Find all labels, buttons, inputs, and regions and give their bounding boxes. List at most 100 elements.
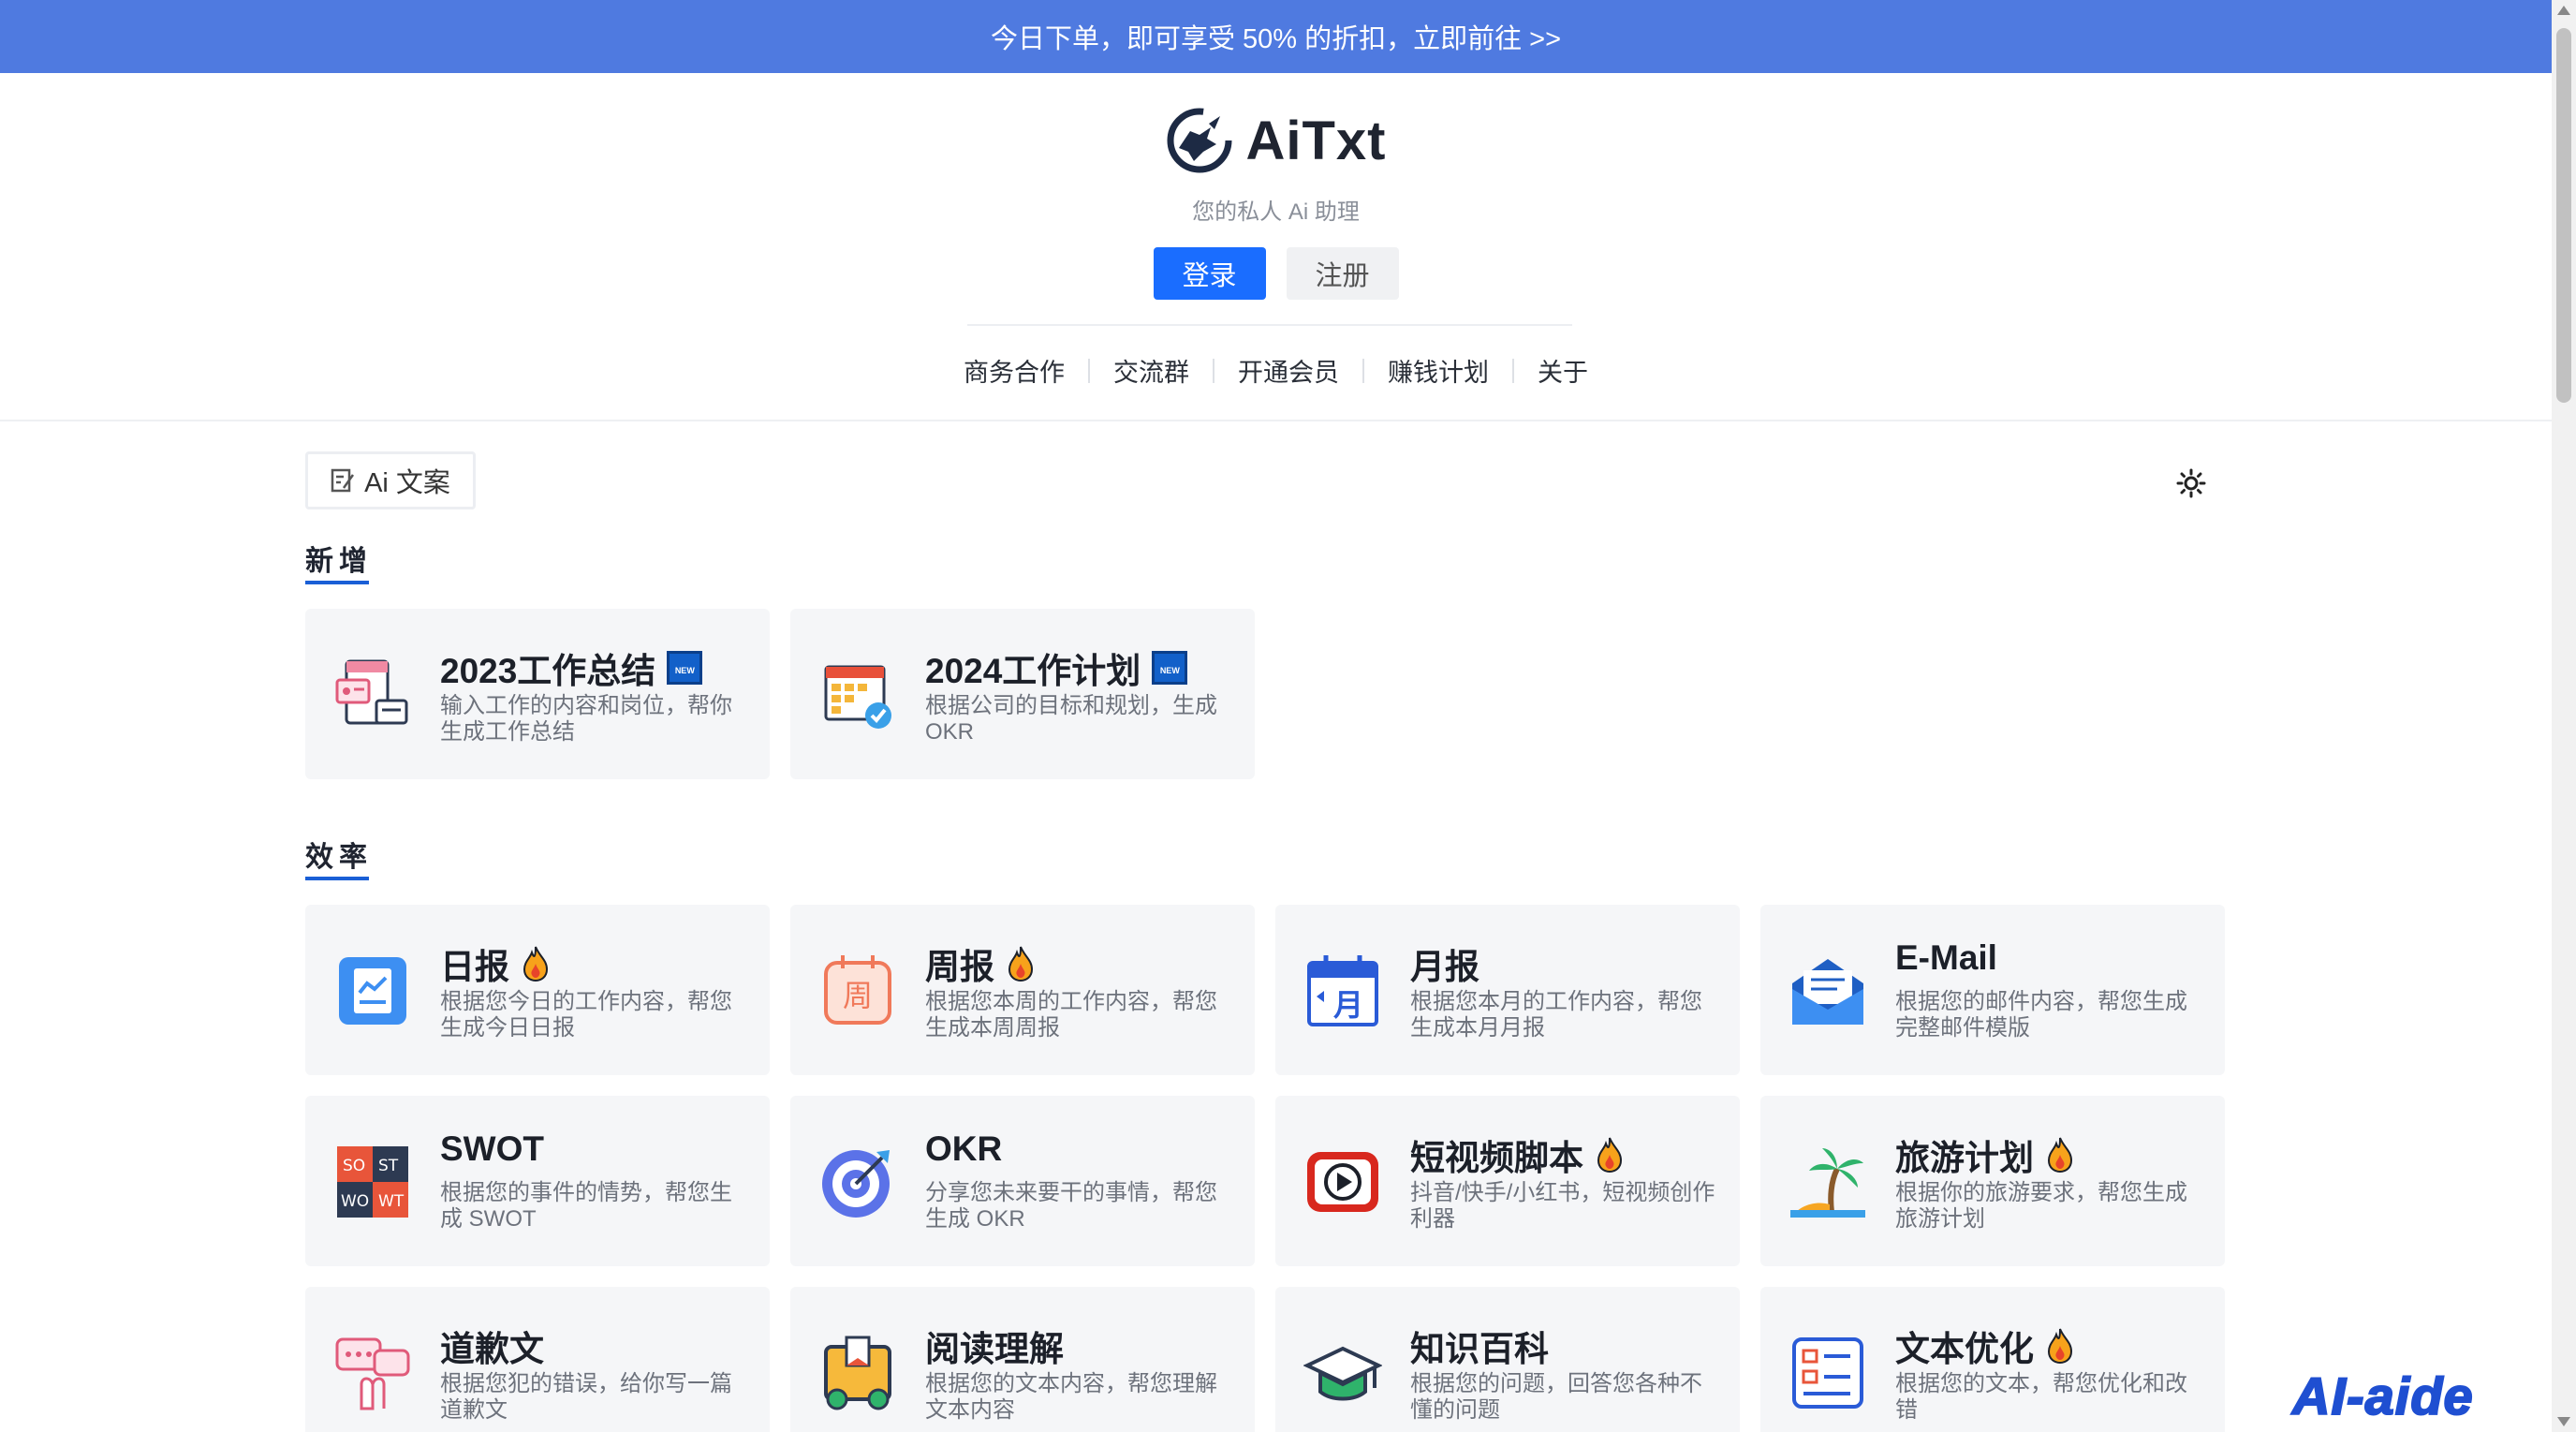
logo[interactable]: AiTxt bbox=[0, 107, 2552, 174]
report-summary-icon bbox=[335, 659, 408, 725]
card-email[interactable]: E-Mail 根据您的邮件内容，帮您生成完整邮件模版 bbox=[1760, 905, 2225, 1075]
fire-icon bbox=[1008, 946, 1034, 982]
daily-report-icon bbox=[339, 957, 406, 1025]
card-swot[interactable]: SO ST WO WT SWOT 根据您的事件的情势，帮您生成 SWOT bbox=[305, 1096, 770, 1266]
card-daily-report[interactable]: 日报 根据您今日的工作内容，帮您生成今日日报 bbox=[305, 905, 770, 1075]
nav-item-business[interactable]: 商务合作 bbox=[940, 352, 1088, 389]
card-apology[interactable]: 道歉文 根据您犯的错误，给你写一篇道歉文 bbox=[305, 1287, 770, 1432]
card-reading[interactable]: 阅读理解 根据您的文本内容，帮您理解文本内容 bbox=[790, 1287, 1255, 1432]
svg-text:WO: WO bbox=[341, 1192, 369, 1211]
page-scrollbar[interactable] bbox=[2552, 0, 2576, 1432]
scroll-down-icon[interactable] bbox=[2557, 1417, 2570, 1426]
reading-icon bbox=[824, 1336, 891, 1410]
new-badge: NEW bbox=[667, 651, 703, 685]
card-title-text: E-Mail bbox=[1895, 938, 1997, 977]
card-desc: 根据您的事件的情势，帮您生成 SWOT bbox=[440, 1180, 732, 1232]
nav-item-about[interactable]: 关于 bbox=[1514, 352, 1612, 389]
auth-buttons: 登录 注册 bbox=[0, 247, 2552, 300]
card-desc: 根据您的文本，帮您优化和改错 bbox=[1895, 1371, 2187, 1423]
card-desc: 根据您今日的工作内容，帮您生成今日日报 bbox=[440, 989, 732, 1041]
svg-text:周: 周 bbox=[843, 978, 873, 1013]
card-title: OKR bbox=[925, 1129, 1002, 1169]
card-travel-plan[interactable]: 旅游计划 根据你的旅游要求，帮您生成旅游计划 bbox=[1760, 1096, 2225, 1266]
tagline: 您的私人 Ai 助理 bbox=[1192, 199, 1360, 225]
monthly-report-icon: 月 bbox=[1307, 955, 1378, 1026]
calendar-plan-icon bbox=[824, 665, 891, 729]
card-desc: 根据您的邮件内容，帮您生成完整邮件模版 bbox=[1895, 989, 2187, 1041]
edit-note-icon bbox=[331, 468, 355, 493]
card-knowledge[interactable]: 知识百科 根据您的问题，回答您各种不懂的问题 bbox=[1275, 1287, 1740, 1432]
okr-target-icon bbox=[822, 1150, 890, 1218]
card-title: SWOT bbox=[440, 1129, 544, 1169]
top-nav: 商务合作 交流群 开通会员 赚钱计划 关于 bbox=[0, 352, 2552, 389]
fire-icon bbox=[1597, 1137, 1623, 1174]
card-desc: 根据您的问题，回答您各种不懂的问题 bbox=[1410, 1371, 1702, 1423]
section-title-efficiency: 效率 bbox=[305, 842, 373, 873]
card-title: 月报 bbox=[1410, 938, 1479, 989]
section-title-new: 新增 bbox=[305, 546, 373, 577]
scroll-up-icon[interactable] bbox=[2557, 6, 2570, 15]
card-desc: 根据公司的目标和规划，生成 OKR bbox=[925, 693, 1217, 745]
site-header: AiTxt 您的私人 Ai 助理 登录 注册 商务合作 交流群 开通会员 赚钱计… bbox=[0, 73, 2552, 421]
card-desc: 根据您的文本内容，帮您理解文本内容 bbox=[925, 1371, 1217, 1423]
nav-item-group[interactable]: 交流群 bbox=[1090, 352, 1213, 389]
promo-banner-text[interactable]: 今日下单，即可享受 50% 的折扣，立即前往 >> bbox=[991, 17, 1561, 56]
fire-icon bbox=[2047, 1328, 2073, 1365]
ai-copy-tag[interactable]: Ai 文案 bbox=[305, 451, 476, 509]
card-title: 日报 bbox=[440, 938, 551, 989]
card-title-text: 道歉文 bbox=[440, 1330, 544, 1368]
nav-item-earn[interactable]: 赚钱计划 bbox=[1364, 352, 1512, 389]
card-title-text: 短视频脚本 bbox=[1410, 1139, 1583, 1177]
sun-icon[interactable] bbox=[2176, 468, 2206, 498]
card-video-script[interactable]: 短视频脚本 抖音/快手/小红书，短视频创作利器 bbox=[1275, 1096, 1740, 1266]
nav-item-membership[interactable]: 开通会员 bbox=[1214, 352, 1362, 389]
svg-text:月: 月 bbox=[1333, 987, 1363, 1023]
card-title-text: 文本优化 bbox=[1895, 1330, 2034, 1368]
section-underline bbox=[305, 581, 369, 584]
promo-banner[interactable]: 今日下单，即可享受 50% 的折扣，立即前往 >> bbox=[0, 0, 2552, 73]
card-2023-summary[interactable]: 2023工作总结 NEW 输入工作的内容和岗位，帮你生成工作总结 bbox=[305, 609, 770, 779]
fire-icon bbox=[2047, 1137, 2073, 1174]
card-title: 周报 bbox=[925, 938, 1036, 989]
swot-icon: SO ST WO WT bbox=[337, 1146, 408, 1218]
card-text-optimize[interactable]: 文本优化 根据您的文本，帮您优化和改错 bbox=[1760, 1287, 2225, 1432]
section-underline bbox=[305, 877, 369, 880]
card-title: 2023工作总结 NEW bbox=[440, 642, 703, 693]
card-title-text: 周报 bbox=[925, 948, 994, 986]
graduation-cap-icon bbox=[1303, 1346, 1382, 1401]
video-play-icon bbox=[1307, 1152, 1378, 1212]
header-divider bbox=[967, 324, 1572, 326]
register-button[interactable]: 注册 bbox=[1286, 247, 1399, 300]
card-title: 短视频脚本 bbox=[1410, 1129, 1625, 1180]
card-desc: 分享您未来要干的事情，帮您生成 OKR bbox=[925, 1180, 1217, 1232]
svg-text:ST: ST bbox=[378, 1157, 399, 1175]
card-title-text: 月报 bbox=[1410, 948, 1479, 986]
svg-text:WT: WT bbox=[378, 1192, 405, 1211]
rhino-logo-icon bbox=[1167, 108, 1231, 173]
card-title: 阅读理解 bbox=[925, 1321, 1064, 1371]
card-title-text: 2023工作总结 bbox=[440, 652, 656, 690]
apology-icon bbox=[335, 1337, 410, 1410]
card-title: 旅游计划 bbox=[1895, 1129, 2075, 1180]
logo-text: AiTxt bbox=[1245, 110, 1387, 171]
card-desc: 输入工作的内容和岗位，帮你生成工作总结 bbox=[440, 693, 732, 745]
card-2024-plan[interactable]: 2024工作计划 NEW 根据公司的目标和规划，生成 OKR bbox=[790, 609, 1255, 779]
card-desc: 抖音/快手/小红书，短视频创作利器 bbox=[1410, 1180, 1715, 1232]
card-title-text: SWOT bbox=[440, 1129, 544, 1168]
card-title-text: 2024工作计划 bbox=[925, 652, 1141, 690]
login-button[interactable]: 登录 bbox=[1153, 247, 1266, 300]
card-desc: 根据你的旅游要求，帮您生成旅游计划 bbox=[1895, 1180, 2187, 1232]
text-optimize-icon bbox=[1792, 1337, 1863, 1409]
palm-beach-icon bbox=[1790, 1148, 1865, 1218]
card-weekly-report[interactable]: 周 周报 根据您本周的工作内容，帮您生成本周周报 bbox=[790, 905, 1255, 1075]
card-desc: 根据您本周的工作内容，帮您生成本周周报 bbox=[925, 989, 1217, 1041]
card-desc: 根据您本月的工作内容，帮您生成本月月报 bbox=[1410, 989, 1702, 1041]
card-okr[interactable]: OKR 分享您未来要干的事情，帮您生成 OKR bbox=[790, 1096, 1255, 1266]
card-monthly-report[interactable]: 月 月报 根据您本月的工作内容，帮您生成本月月报 bbox=[1275, 905, 1740, 1075]
ai-copy-tag-label: Ai 文案 bbox=[364, 468, 450, 498]
scrollbar-thumb[interactable] bbox=[2556, 28, 2571, 403]
card-desc: 根据您犯的错误，给你写一篇道歉文 bbox=[440, 1371, 732, 1423]
card-title-text: 知识百科 bbox=[1410, 1330, 1549, 1368]
card-title: E-Mail bbox=[1895, 938, 1997, 978]
card-title-text: 旅游计划 bbox=[1895, 1139, 2034, 1177]
